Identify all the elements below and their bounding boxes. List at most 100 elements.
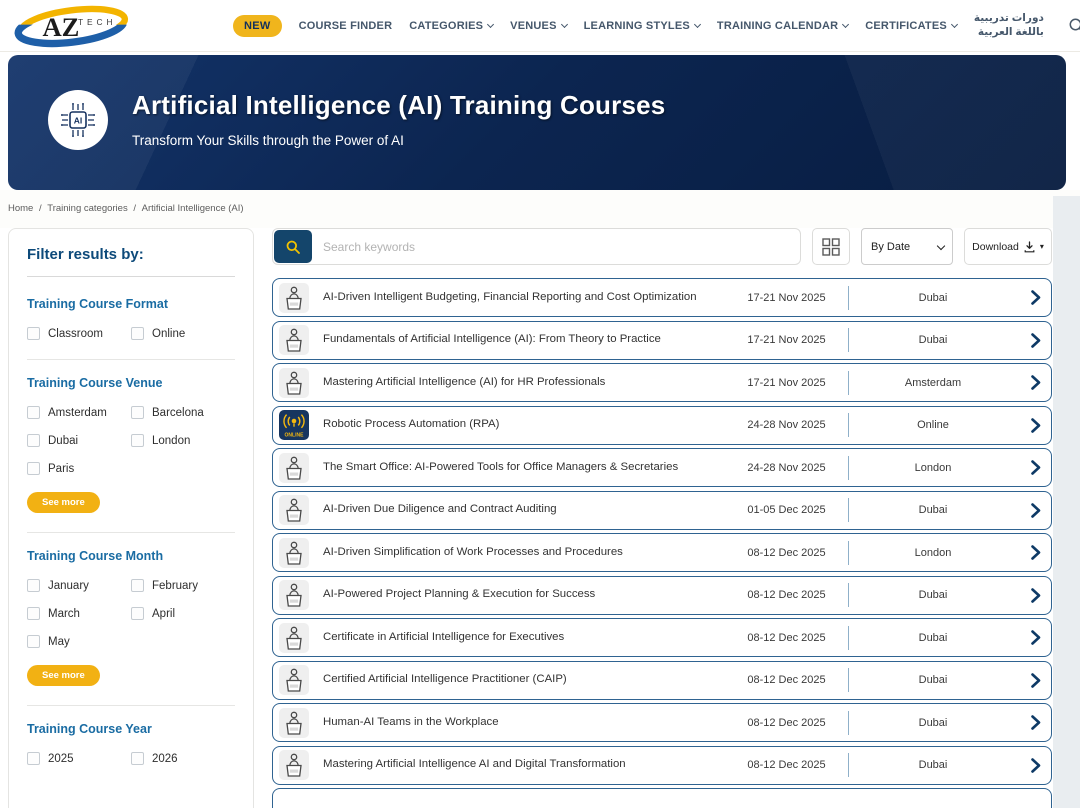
see-more-button[interactable]: See more (27, 665, 100, 686)
course-open-chevron[interactable] (1017, 757, 1041, 773)
classroom-course-icon (279, 282, 309, 313)
course-row-ai-powered-project-planning-execution-fo[interactable]: AI-Powered Project Planning & Execution … (272, 575, 1052, 615)
nav-item-training-calendar[interactable]: TRAINING CALENDAR (717, 20, 850, 32)
chevron-right-icon[interactable] (1030, 502, 1041, 518)
filter-option-barcelona[interactable]: Barcelona (131, 406, 235, 419)
nav-item-venues[interactable]: VENUES (510, 20, 568, 32)
checkbox-march[interactable] (27, 607, 40, 620)
filter-option-dubai[interactable]: Dubai (27, 434, 131, 447)
chevron-right-icon[interactable] (1030, 757, 1041, 773)
course-open-chevron[interactable] (1017, 545, 1041, 560)
checkbox-barcelona[interactable] (131, 406, 144, 419)
filter-option-amsterdam[interactable]: Amsterdam (27, 406, 131, 419)
chevron-right-icon[interactable] (1030, 545, 1041, 560)
course-open-chevron[interactable] (1017, 332, 1041, 348)
new-badge[interactable]: NEW (233, 14, 282, 37)
course-row-fundamentals-of-artificial-intelligence-[interactable]: Fundamentals of Artificial Intelligence … (272, 320, 1052, 360)
breadcrumb-item-training-categories[interactable]: Training categories (47, 203, 127, 214)
aztech-logo[interactable]: AZ TECH (10, 3, 138, 49)
chevron-right-icon[interactable] (1030, 630, 1041, 645)
course-venue: Dubai (918, 504, 948, 516)
course-open-chevron[interactable] (1017, 460, 1041, 475)
course-row-the-smart-office-ai-powered-tools-for-of[interactable]: The Smart Office: AI-Powered Tools for O… (272, 448, 1052, 487)
course-row-human-ai-teams-in-the-workplace[interactable]: Human-AI Teams in the Workplace 08-12 Dec… (272, 703, 1052, 742)
checkbox-may[interactable] (27, 635, 40, 648)
checkbox-april[interactable] (131, 607, 144, 620)
filter-option-label: Amsterdam (48, 406, 107, 419)
chevron-right-icon[interactable] (1030, 417, 1041, 433)
svg-text:ONLINE: ONLINE (285, 433, 305, 439)
page-title: Artificial Intelligence (AI) Training Co… (132, 89, 666, 120)
checkbox-classroom[interactable] (27, 327, 40, 340)
course-open-chevron[interactable] (1017, 715, 1041, 730)
filter-option-2025[interactable]: 2025 (27, 752, 131, 765)
course-row-certified-artificial-intelligence-practi[interactable]: Certified Artificial Intelligence Practi… (272, 660, 1052, 700)
search-submit-button[interactable] (274, 230, 312, 263)
see-more-button[interactable]: See more (27, 492, 100, 513)
nav-item-categories[interactable]: CATEGORIES (409, 20, 495, 32)
chevron-right-icon[interactable] (1030, 375, 1041, 390)
chevron-right-icon[interactable] (1030, 460, 1041, 475)
main-nav: NEW COURSE FINDER CATEGORIES VENUES LEARNIN… (233, 12, 1044, 39)
nav-item-learning-styles[interactable]: LEARNING STYLES (584, 20, 701, 32)
classroom-course-icon (279, 452, 309, 483)
chevron-right-icon[interactable] (1030, 715, 1041, 730)
course-title: Robotic Process Automation (RPA) (323, 418, 500, 431)
course-row-ai-driven-due-diligence-and-contract-aud[interactable]: AI-Driven Due Diligence and Contract Aud… (272, 490, 1052, 530)
course-open-chevron[interactable] (1017, 587, 1041, 603)
search-icon[interactable] (1068, 17, 1080, 35)
course-title: Certificate in Artificial Intelligence f… (323, 630, 565, 643)
course-open-chevron[interactable] (1017, 417, 1041, 433)
filter-option-2026[interactable]: 2026 (131, 752, 235, 765)
course-open-chevron[interactable] (1017, 672, 1041, 688)
download-button[interactable]: Download ▾ (964, 228, 1052, 265)
filter-option-january[interactable]: January (27, 579, 131, 592)
filter-option-london[interactable]: London (131, 434, 235, 447)
checkbox-paris[interactable] (27, 462, 40, 475)
grid-view-button[interactable] (812, 228, 850, 265)
course-open-chevron[interactable] (1017, 290, 1041, 305)
filter-option-february[interactable]: February (131, 579, 235, 592)
checkbox-amsterdam[interactable] (27, 406, 40, 419)
filter-option-paris[interactable]: Paris (27, 462, 131, 475)
chevron-right-icon[interactable] (1030, 672, 1041, 688)
filter-option-april[interactable]: April (131, 607, 235, 620)
sort-by-date-select[interactable]: By Date (861, 228, 953, 265)
checkbox-london[interactable] (131, 434, 144, 447)
filter-section-heading: Training Course Venue (27, 376, 163, 390)
course-open-chevron[interactable] (1017, 375, 1041, 390)
chevron-right-icon[interactable] (1030, 332, 1041, 348)
course-title: Mastering Artificial Intelligence (AI) f… (323, 375, 606, 388)
grid-view-icon (822, 237, 840, 256)
filter-option-may[interactable]: May (27, 635, 131, 648)
checkbox-online[interactable] (131, 327, 144, 340)
filter-option-online[interactable]: Online (131, 327, 235, 340)
course-date: 08-12 Dec 2025 (747, 546, 826, 559)
search-input[interactable] (313, 239, 800, 254)
course-row-robotic-process-automation-rpa[interactable]: ONLINE Robotic Process Automation (RPA) 2… (272, 405, 1052, 445)
course-row-mastering-artificial-intelligence-ai-and[interactable]: Mastering Artificial Intelligence AI and… (272, 745, 1052, 785)
filter-option-classroom[interactable]: Classroom (27, 327, 131, 340)
checkbox-2025[interactable] (27, 752, 40, 765)
breadcrumb-item-home[interactable]: Home (8, 203, 33, 214)
checkbox-january[interactable] (27, 579, 40, 592)
chevron-right-icon[interactable] (1030, 587, 1041, 603)
course-row-ai-driven-simplification-of-work-process[interactable]: AI-Driven Simplification of Work Process… (272, 533, 1052, 572)
course-venue: Online (917, 419, 949, 431)
course-date: 08-12 Dec 2025 (747, 589, 826, 601)
nav-item-course-finder[interactable]: COURSE FINDER (299, 20, 393, 32)
chevron-right-icon[interactable] (1030, 290, 1041, 305)
course-row-mastering-artificial-intelligence-ai-for[interactable]: Mastering Artificial Intelligence (AI) f… (272, 363, 1052, 402)
course-row-partial[interactable] (272, 788, 1052, 808)
course-open-chevron[interactable] (1017, 630, 1041, 645)
arabic-courses-link[interactable]: دورات تدريبية باللغة العربية (974, 12, 1044, 39)
course-open-chevron[interactable] (1017, 502, 1041, 518)
checkbox-february[interactable] (131, 579, 144, 592)
nav-item-certificates[interactable]: CERTIFICATES (865, 20, 958, 32)
course-row-certificate-in-artificial-intelligence-f[interactable]: Certificate in Artificial Intelligence f… (272, 618, 1052, 657)
checkbox-dubai[interactable] (27, 434, 40, 447)
filter-section-training-course-year: Training Course Year 2025 2026 (27, 705, 235, 765)
filter-option-march[interactable]: March (27, 607, 131, 620)
course-row-ai-driven-intelligent-budgeting-financia[interactable]: AI-Driven Intelligent Budgeting, Financi… (272, 278, 1052, 317)
checkbox-2026[interactable] (131, 752, 144, 765)
